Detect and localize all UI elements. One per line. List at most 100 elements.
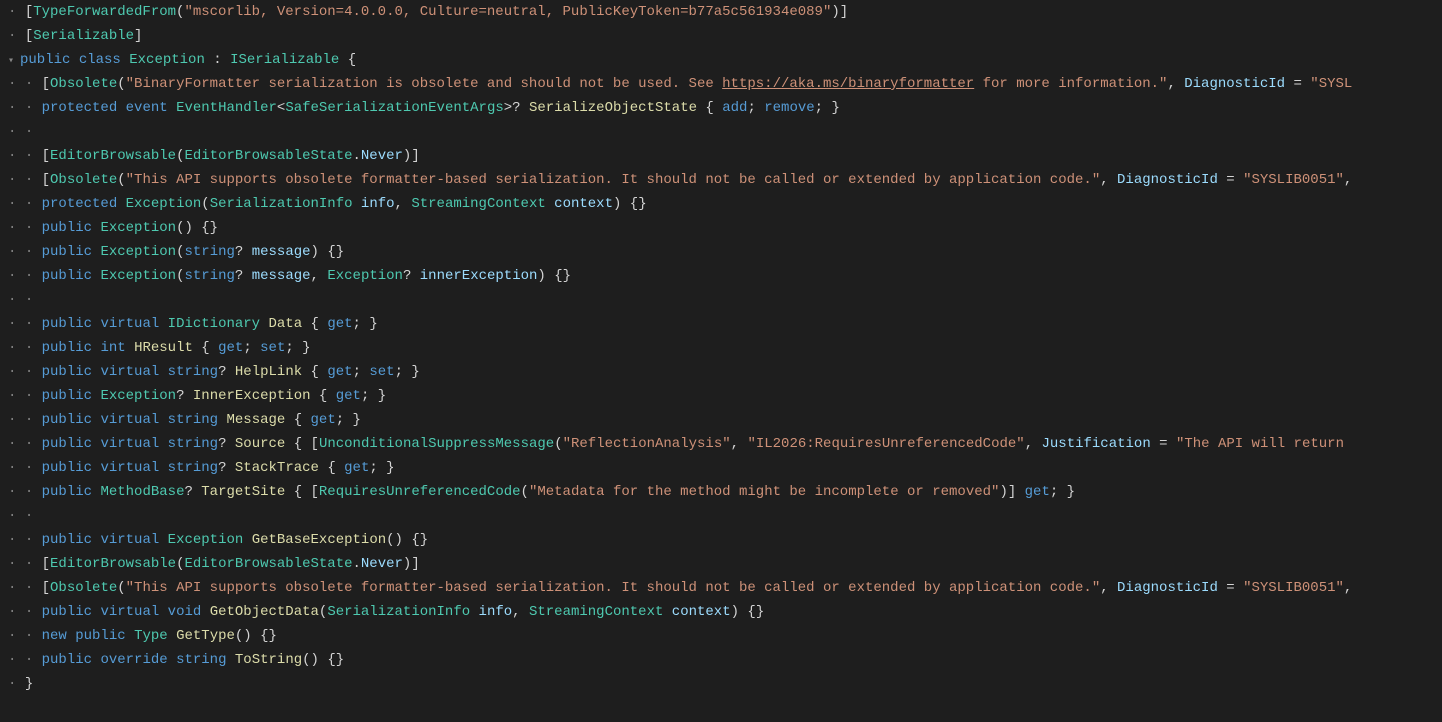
code-token: Exception — [100, 220, 176, 236]
code-line[interactable]: · · public virtual void GetObjectData(Se… — [8, 600, 1434, 624]
code-token: context — [672, 604, 731, 620]
code-token: ; } — [395, 364, 420, 380]
code-token: public — [42, 604, 92, 620]
code-token: Exception — [100, 388, 176, 404]
code-line[interactable]: · · public MethodBase? TargetSite { [Req… — [8, 480, 1434, 504]
code-token: "BinaryFormatter serialization is obsole… — [126, 76, 723, 92]
indent-guide: · — [25, 388, 33, 404]
code-token: public — [42, 412, 92, 428]
code-line[interactable]: · · public virtual Exception GetBaseExce… — [8, 528, 1434, 552]
code-line[interactable]: · · public Exception(string? message, Ex… — [8, 264, 1434, 288]
code-token: ? — [235, 244, 252, 260]
indent-guide: · — [25, 124, 33, 140]
code-token: Exception — [129, 52, 205, 68]
code-token: context — [554, 196, 613, 212]
code-token: get — [327, 316, 352, 332]
code-token: int — [100, 340, 125, 356]
code-token: ? — [235, 268, 252, 284]
code-token: Exception — [168, 532, 244, 548]
indent-guide: · — [25, 652, 33, 668]
indent-guide: · — [8, 436, 16, 452]
code-line[interactable]: · · public override string ToString() {} — [8, 648, 1434, 672]
code-line[interactable]: · [TypeForwardedFrom("mscorlib, Version=… — [8, 0, 1434, 24]
code-token: )] — [999, 484, 1024, 500]
code-token: string — [184, 244, 234, 260]
hyperlink[interactable]: https://aka.ms/binaryformatter — [722, 76, 974, 92]
code-editor[interactable]: · [TypeForwardedFrom("mscorlib, Version=… — [0, 0, 1442, 696]
code-line[interactable]: · · — [8, 120, 1434, 144]
code-token: set — [260, 340, 285, 356]
code-token: )] — [403, 556, 420, 572]
code-line[interactable]: · } — [8, 672, 1434, 696]
code-line[interactable]: · · [Obsolete("This API supports obsolet… — [8, 576, 1434, 600]
code-token: , — [512, 604, 529, 620]
code-line[interactable]: · · protected Exception(SerializationInf… — [8, 192, 1434, 216]
code-token: UnconditionalSuppressMessage — [319, 436, 554, 452]
code-line[interactable]: · · [Obsolete("This API supports obsolet… — [8, 168, 1434, 192]
code-token: Exception — [100, 244, 176, 260]
indent-guide: · — [25, 76, 33, 92]
code-line[interactable]: · · public virtual IDictionary Data { ge… — [8, 312, 1434, 336]
code-token: HResult — [134, 340, 193, 356]
indent-guide: · — [25, 556, 33, 572]
code-token: get — [327, 364, 352, 380]
code-line[interactable]: · · public Exception? InnerException { g… — [8, 384, 1434, 408]
code-token: { — [285, 412, 310, 428]
code-token: GetType — [176, 628, 235, 644]
code-token: Exception — [100, 268, 176, 284]
code-line[interactable]: · · [EditorBrowsable(EditorBrowsableStat… — [8, 144, 1434, 168]
code-token: [ — [42, 172, 50, 188]
indent-guide: · — [25, 172, 33, 188]
code-line[interactable]: · · public int HResult { get; set; } — [8, 336, 1434, 360]
code-token: ) {} — [731, 604, 765, 620]
code-line[interactable]: · · new public Type GetType() {} — [8, 624, 1434, 648]
code-token — [159, 532, 167, 548]
fold-marker-icon[interactable]: ▾ — [8, 50, 20, 74]
code-token: string — [176, 652, 226, 668]
code-line[interactable]: · · public virtual string? StackTrace { … — [8, 456, 1434, 480]
code-token: . — [353, 148, 361, 164]
code-line[interactable]: · · [EditorBrowsable(EditorBrowsableStat… — [8, 552, 1434, 576]
code-token: "The API will return — [1176, 436, 1352, 452]
code-line[interactable]: · · [Obsolete("BinaryFormatter serializa… — [8, 72, 1434, 96]
indent-guide: · — [8, 76, 16, 92]
code-line[interactable]: · [Serializable] — [8, 24, 1434, 48]
code-token: { [ — [285, 436, 319, 452]
code-line[interactable]: ▾public class Exception : ISerializable … — [8, 48, 1434, 72]
code-token: { — [339, 52, 356, 68]
code-token: Serializable — [33, 28, 134, 44]
code-token — [260, 316, 268, 332]
code-line[interactable]: · · public Exception(string? message) {} — [8, 240, 1434, 264]
code-line[interactable]: · · public Exception() {} — [8, 216, 1434, 240]
code-line[interactable]: · · public virtual string? Source { [Unc… — [8, 432, 1434, 456]
indent-guide: · — [8, 364, 16, 380]
code-token: = — [1218, 580, 1243, 596]
indent-guide: · — [25, 436, 33, 452]
code-line[interactable]: · · public virtual string Message { get;… — [8, 408, 1434, 432]
code-token: string — [168, 460, 218, 476]
code-token: public — [75, 628, 125, 644]
code-line[interactable]: · · — [8, 504, 1434, 528]
code-token: protected — [42, 100, 118, 116]
code-token: string — [168, 436, 218, 452]
code-token — [126, 628, 134, 644]
code-line[interactable]: · · protected event EventHandler<SafeSer… — [8, 96, 1434, 120]
indent-guide: · — [25, 244, 33, 260]
code-line[interactable]: · · — [8, 288, 1434, 312]
code-token: , — [1100, 580, 1117, 596]
code-token — [70, 52, 78, 68]
code-token: ? — [184, 484, 201, 500]
code-token: get — [344, 460, 369, 476]
code-token: innerException — [420, 268, 538, 284]
code-token: class — [79, 52, 121, 68]
code-token: SafeSerializationEventArgs — [285, 100, 503, 116]
code-line[interactable]: · · public virtual string? HelpLink { ge… — [8, 360, 1434, 384]
code-token: , — [731, 436, 748, 452]
indent-guide: · — [8, 340, 16, 356]
code-token: ? — [218, 364, 235, 380]
code-token: RequiresUnreferencedCode — [319, 484, 521, 500]
code-token: ? — [218, 460, 235, 476]
code-token: TypeForwardedFrom — [33, 4, 176, 20]
indent-guide: · — [8, 604, 16, 620]
code-token: = — [1285, 76, 1310, 92]
